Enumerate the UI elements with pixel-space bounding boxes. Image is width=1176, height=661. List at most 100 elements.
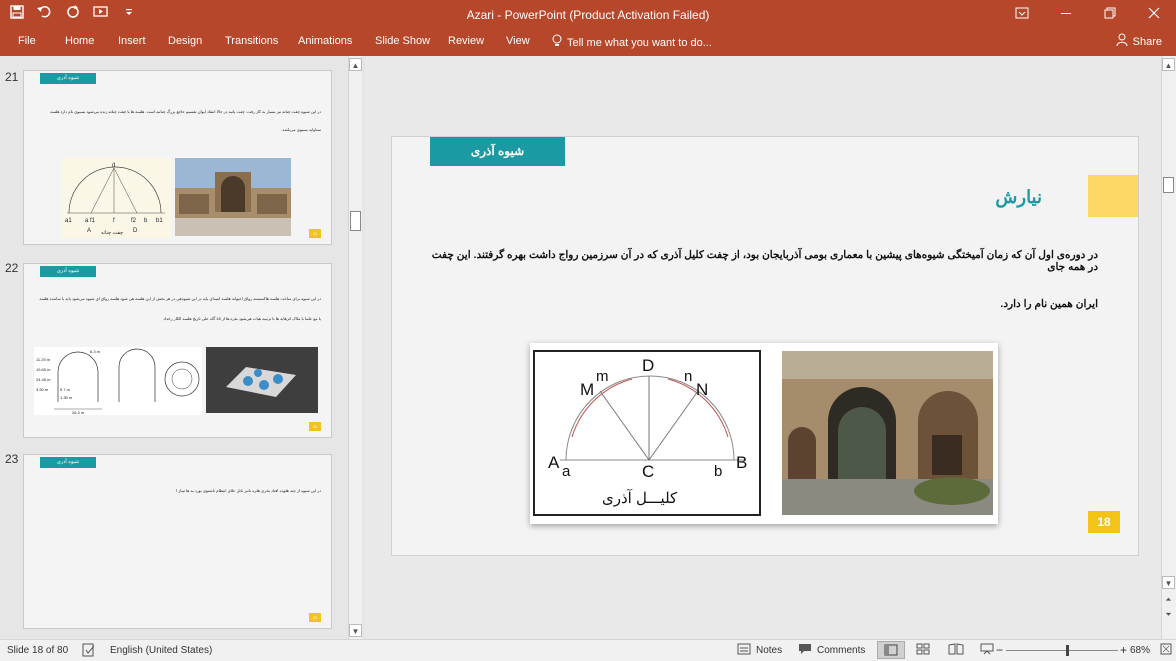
slide-thumbnail-21[interactable]: شیوه آذری در این شیوه چفت چناته نیز بسیا… <box>23 70 332 245</box>
scroll-up-icon[interactable]: ▲ <box>1162 58 1175 71</box>
slide-figure: D m M n N A a C b B کلیـــل آذری <box>530 343 998 524</box>
window-controls <box>1000 0 1176 30</box>
slide-show-icon[interactable] <box>980 643 994 658</box>
tell-me-box[interactable]: Tell me what you want to do... <box>552 34 712 51</box>
title-bar: Azari - PowerPoint (Product Activation F… <box>0 0 1176 30</box>
thumbnail-text: در این شیوه برای ساخت هلسه هاکسسته رواق … <box>39 296 321 301</box>
svg-text:6.3 m: 6.3 m <box>90 349 101 354</box>
share-label: Share <box>1132 35 1162 48</box>
slide-counter: Slide 18 of 80 <box>7 645 69 656</box>
title-accent-box <box>1088 175 1138 217</box>
mosque-photo-thumbnail <box>175 158 291 236</box>
close-icon[interactable] <box>1132 0 1176 30</box>
zoom-level[interactable]: 68% <box>1130 645 1150 656</box>
svg-text:M: M <box>580 380 594 399</box>
section-drawing-thumbnail: 6.3 m 11.25 m 19.65 m 24.45 m 26.3 m 5.7… <box>34 347 202 415</box>
notes-button[interactable]: Notes <box>737 643 782 658</box>
courtyard-photo <box>782 351 993 515</box>
comments-button[interactable]: Comments <box>798 643 865 658</box>
previous-slide-icon[interactable]: ⏶ <box>1162 593 1175 606</box>
next-slide-icon[interactable]: ⏷ <box>1162 608 1175 621</box>
scrollbar-thumb[interactable] <box>1163 177 1174 193</box>
render-model-thumbnail <box>206 347 318 413</box>
svg-text:C: C <box>642 462 654 481</box>
svg-text:d: d <box>112 163 115 169</box>
slide-sorter-icon[interactable] <box>916 643 930 658</box>
svg-text:a1: a1 <box>65 218 72 224</box>
scroll-down-icon[interactable]: ▼ <box>349 624 362 637</box>
zoom-slider[interactable] <box>1006 650 1118 651</box>
comment-icon <box>798 643 812 658</box>
zoom-in-icon[interactable]: + <box>1120 643 1127 657</box>
tab-slide-show[interactable]: Slide Show <box>375 35 430 47</box>
svg-text:کلیـــل آذری: کلیـــل آذری <box>602 489 678 507</box>
slide-page-number: 18 <box>1088 511 1120 533</box>
svg-text:D: D <box>642 356 654 375</box>
current-slide[interactable]: شیوه آذری نیارش در دوره‌ی اول آن که زمان… <box>391 136 1139 556</box>
svg-text:B: B <box>736 453 747 472</box>
thumbnail-page-number: 22 <box>309 422 321 431</box>
maximize-icon[interactable] <box>1088 0 1132 30</box>
scroll-up-icon[interactable]: ▲ <box>349 58 362 71</box>
thumbnail-page-number: 23 <box>309 613 321 622</box>
svg-text:a: a <box>562 463 571 480</box>
language-indicator[interactable]: English (United States) <box>110 645 212 656</box>
ribbon-display-icon[interactable] <box>1000 0 1044 30</box>
thumbnail-number: 23 <box>5 452 19 466</box>
body-text-line-2: ایران همین نام را دارد. <box>1000 298 1098 310</box>
comments-label: Comments <box>817 645 866 656</box>
svg-text:a f1: a f1 <box>85 218 96 224</box>
tab-design[interactable]: Design <box>168 35 202 47</box>
svg-text:N: N <box>696 380 708 399</box>
slide-thumbnail-23[interactable]: شیوه آذری در این شیوه از چند هلوده افتاد… <box>23 454 332 629</box>
scrollbar-thumb[interactable] <box>350 211 361 231</box>
minimize-icon[interactable] <box>1044 0 1088 30</box>
thumbnail-text: یا مع علما با ملاک اثرهایه ها با ترتیبه … <box>163 316 321 321</box>
tab-review[interactable]: Review <box>448 35 484 47</box>
spell-check-icon[interactable] <box>82 643 96 660</box>
svg-text:A: A <box>87 228 91 234</box>
svg-text:3.90 m: 3.90 m <box>36 387 49 392</box>
notes-icon <box>737 643 751 658</box>
tab-animations[interactable]: Animations <box>298 35 352 47</box>
share-button[interactable]: Share <box>1116 33 1162 50</box>
slide-scroll-track: ▲ ▼ ⏶ ⏷ <box>1162 56 1176 639</box>
tab-file[interactable]: File <box>18 35 36 47</box>
slide-scrollbar[interactable]: ▲ ▼ ⏶ ⏷ <box>1161 56 1176 639</box>
zoom-slider-thumb[interactable] <box>1066 645 1069 656</box>
tab-view[interactable]: View <box>506 35 530 47</box>
svg-text:11.25 m: 11.25 m <box>36 357 51 362</box>
reading-view-icon[interactable] <box>948 643 964 658</box>
normal-view-icon[interactable] <box>877 641 905 659</box>
thumbnail-number: 22 <box>5 261 19 275</box>
status-bar: Slide 18 of 80 English (United States) N… <box>0 639 1176 661</box>
thumbnail-text: در این شیوه از چند هلوده افتاد بخری هلره… <box>176 488 321 493</box>
tab-home[interactable]: Home <box>65 35 94 47</box>
thumbnail-text: ستاواید بسیوی می‌باشد. <box>281 127 321 132</box>
svg-text:b1: b1 <box>156 218 163 224</box>
svg-text:26.3 m: 26.3 m <box>72 410 85 415</box>
slide-thumbnail-22[interactable]: شیوه آذری در این شیوه برای ساخت هلسه هاک… <box>23 263 332 438</box>
slide-editor: شیوه آذری نیارش در دوره‌ی اول آن که زمان… <box>365 56 1161 639</box>
thumbnail-page-number: 21 <box>309 229 321 238</box>
tab-insert[interactable]: Insert <box>118 35 146 47</box>
body-text-line-1: در دوره‌ی اول آن که زمان آمیختگی شیوه‌ها… <box>431 249 1098 273</box>
svg-text:A: A <box>548 453 560 472</box>
tell-me-text: Tell me what you want to do... <box>567 36 712 49</box>
fit-slide-icon[interactable] <box>1160 643 1172 658</box>
slide-header: شیوه آذری <box>430 137 565 166</box>
slide-thumbnail-pane: 21 شیوه آذری در این شیوه چفت چناته نیز ب… <box>0 56 363 639</box>
zoom-out-icon[interactable]: − <box>996 643 1003 657</box>
svg-text:1.35 m: 1.35 m <box>60 395 73 400</box>
thumbnail-scrollbar[interactable]: ▲ ▼ <box>348 56 362 639</box>
tab-transitions[interactable]: Transitions <box>225 35 278 47</box>
svg-text:f2: f2 <box>131 218 137 224</box>
thumbnail-header: شیوه آذری <box>40 266 96 277</box>
svg-text:24.45 m: 24.45 m <box>36 377 51 382</box>
person-icon <box>1116 33 1128 50</box>
svg-text:5.7 m: 5.7 m <box>60 387 71 392</box>
svg-text:m: m <box>596 368 609 385</box>
thumbnail-header: شیوه آذری <box>40 73 96 84</box>
powerpoint-window: Azari - PowerPoint (Product Activation F… <box>0 0 1176 661</box>
scroll-down-icon[interactable]: ▼ <box>1162 576 1175 589</box>
